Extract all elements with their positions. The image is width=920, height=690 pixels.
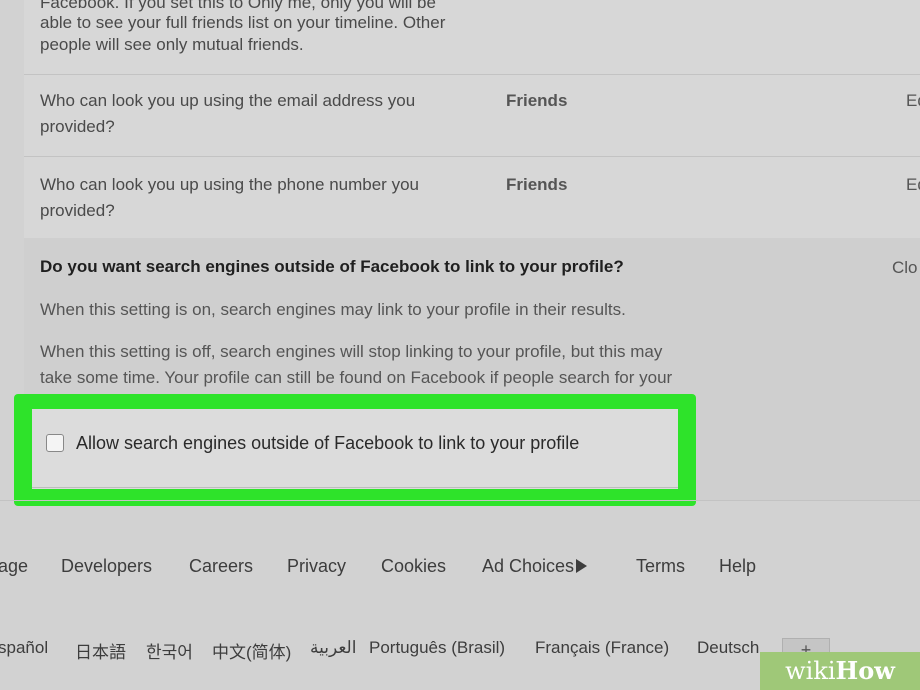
language-link-japanese[interactable]: 日本語 [75,638,126,663]
close-link[interactable]: Clo [892,258,918,278]
allow-search-engines-label[interactable]: Allow search engines outside of Facebook… [76,433,579,454]
divider [32,487,678,488]
footer-link-careers[interactable]: Careers [189,556,253,577]
footer-link-developers[interactable]: Developers [61,556,152,577]
ad-choices-label: Ad Choices [482,556,575,576]
email-lookup-question: Who can look you up using the email addr… [40,91,416,110]
search-engines-desc-on: When this setting is on, search engines … [40,300,626,319]
wikihow-logo-wiki: wiki [785,657,836,685]
language-link-french[interactable]: Français (France) [535,638,669,658]
phone-lookup-value: Friends [506,175,568,194]
wikihow-logo: wikiHow [760,652,920,690]
footer-link-ad-choices[interactable]: Ad Choices [482,556,588,577]
friends-list-description-line: people will see only mutual friends. [40,35,304,54]
search-engines-desc-off: take some time. Your profile can still b… [40,368,673,387]
allow-search-engines-checkbox[interactable] [46,434,64,452]
divider [24,156,920,157]
ad-choices-icon [576,559,588,573]
search-engines-desc-off: When this setting is off, search engines… [40,342,663,361]
email-lookup-edit-link[interactable]: Ed [906,91,920,111]
phone-lookup-edit-link[interactable]: Ed [906,175,920,195]
divider [24,74,920,75]
footer-link-create-page[interactable]: age [0,556,28,577]
language-link-arabic[interactable]: العربية [310,638,356,658]
search-engines-question: Do you want search engines outside of Fa… [40,257,624,276]
footer-link-privacy[interactable]: Privacy [287,556,346,577]
email-lookup-question: provided? [40,117,115,136]
language-link-espanol[interactable]: spañol [0,638,48,658]
footer-link-help[interactable]: Help [719,556,756,577]
phone-lookup-question: Who can look you up using the phone numb… [40,175,419,194]
wikihow-logo-how: How [835,656,895,685]
language-link-korean[interactable]: 한국어 [146,638,193,663]
language-link-portuguese[interactable]: Português (Brasil) [369,638,505,658]
language-link-german[interactable]: Deutsch [697,638,759,658]
phone-lookup-question: provided? [40,201,115,220]
footer-link-cookies[interactable]: Cookies [381,556,446,577]
language-link-chinese[interactable]: 中文(简体) [212,638,291,663]
footer-link-terms[interactable]: Terms [636,556,685,577]
email-lookup-value: Friends [506,91,568,110]
footer-divider [0,500,920,501]
